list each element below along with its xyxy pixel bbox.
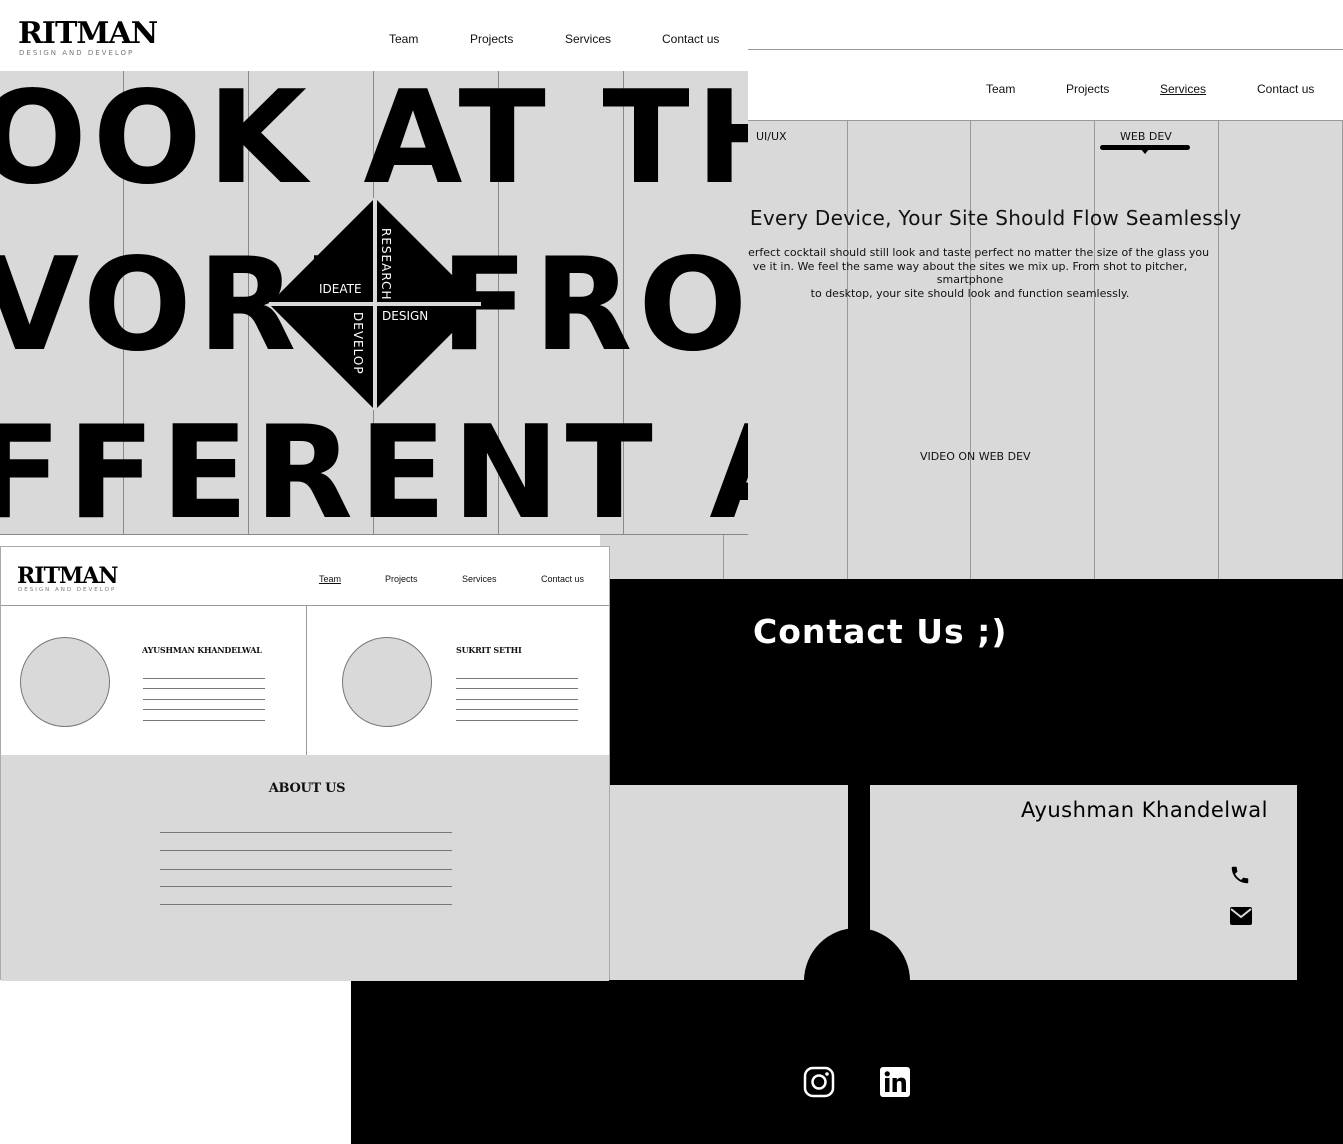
card-stem	[848, 785, 870, 933]
logo-tagline: DESIGN AND DEVELOP	[18, 587, 117, 593]
hero-page: OOK AT THE VORL FROM FFERENT AN RESEARCH…	[0, 0, 748, 535]
team-header: RITMAN DESIGN AND DEVELOP Team Projects …	[1, 547, 609, 606]
nav-contact[interactable]: Contact us	[541, 574, 584, 584]
services-body: e perfect cocktail should still look and…	[720, 246, 1220, 300]
hero-header: RITMAN DESIGN AND DEVELOP Team Projects …	[0, 0, 748, 71]
nav-projects[interactable]: Projects	[470, 32, 513, 46]
linkedin-icon[interactable]	[880, 1067, 910, 1097]
text-placeholder-line	[160, 832, 452, 833]
video-placeholder[interactable]: VIDEO ON WEB DEV	[920, 450, 1031, 463]
diamond-label-design: DESIGN	[382, 309, 428, 323]
nav-services-active[interactable]: Services	[1160, 82, 1206, 96]
diamond-label-research: RESEARCH	[379, 228, 393, 300]
services-heading: re & Every Device, Your Site Should Flow…	[700, 206, 1242, 230]
text-placeholder-line	[143, 709, 265, 710]
hero-line-3: FFERENT AN	[0, 399, 748, 535]
tab-uiux[interactable]: UI/UX	[756, 130, 787, 143]
logo[interactable]: RITMAN	[18, 16, 158, 51]
nav-team[interactable]: Team	[389, 32, 418, 46]
tab-webdev[interactable]: WEB DEV	[1120, 130, 1172, 143]
nav-contact[interactable]: Contact us	[1257, 82, 1314, 96]
nav-contact[interactable]: Contact us	[662, 32, 719, 46]
text-placeholder-line	[160, 850, 452, 851]
grid-column-line	[1094, 121, 1095, 579]
grid-column-line	[1218, 121, 1219, 579]
text-placeholder-line	[143, 678, 265, 679]
mail-icon[interactable]	[1229, 906, 1253, 926]
nav-services[interactable]: Services	[462, 574, 497, 584]
hero-line-1: OOK AT THE	[0, 64, 748, 213]
logo-tagline: DESIGN AND DEVELOP	[19, 49, 135, 57]
diamond-label-ideate: IDEATE	[319, 282, 362, 296]
nav-team-active[interactable]: Team	[319, 574, 341, 584]
member-name: AYUSHMAN KHANDELWAL	[142, 645, 262, 655]
services-body-line: ve it in. We feel the same way about the…	[752, 259, 1188, 287]
about-title: ABOUT US	[268, 781, 346, 796]
nav-team[interactable]: Team	[986, 82, 1015, 96]
active-tab-caret	[1140, 148, 1150, 154]
contact-title: Contact Us ;)	[753, 612, 1008, 651]
text-placeholder-line	[456, 709, 578, 710]
text-placeholder-line	[456, 688, 578, 689]
nav-services[interactable]: Services	[565, 32, 611, 46]
text-placeholder-line	[160, 886, 452, 887]
text-placeholder-line	[143, 699, 265, 700]
member-name: SUKRIT SETHI	[456, 645, 522, 655]
process-diamond: RESEARCH IDEATE DESIGN DEVELOP	[269, 198, 481, 410]
text-placeholder-line	[456, 678, 578, 679]
diamond-label-develop: DEVELOP	[351, 312, 365, 375]
card-knob	[804, 928, 910, 1034]
team-page: RITMAN DESIGN AND DEVELOP Team Projects …	[0, 546, 610, 981]
phone-icon[interactable]	[1229, 864, 1251, 886]
avatar	[342, 637, 432, 727]
member-divider	[306, 605, 307, 755]
contact-name: Ayushman Khandelwal	[1021, 798, 1268, 822]
nav-projects[interactable]: Projects	[1066, 82, 1109, 96]
text-placeholder-line	[456, 699, 578, 700]
avatar	[20, 637, 110, 727]
text-placeholder-line	[456, 720, 578, 721]
services-body-line: e perfect cocktail should still look and…	[730, 246, 1210, 259]
grid-column-line	[847, 121, 848, 579]
instagram-icon[interactable]	[803, 1066, 835, 1098]
text-placeholder-line	[143, 688, 265, 689]
logo[interactable]: RITMAN	[17, 563, 118, 589]
text-placeholder-line	[160, 869, 452, 870]
text-placeholder-line	[143, 720, 265, 721]
nav-projects[interactable]: Projects	[385, 574, 418, 584]
text-placeholder-line	[160, 904, 452, 905]
services-body-line: to desktop, your site should look and fu…	[810, 286, 1130, 300]
grid-column-line	[970, 121, 971, 579]
about-section: ABOUT US	[1, 755, 609, 981]
